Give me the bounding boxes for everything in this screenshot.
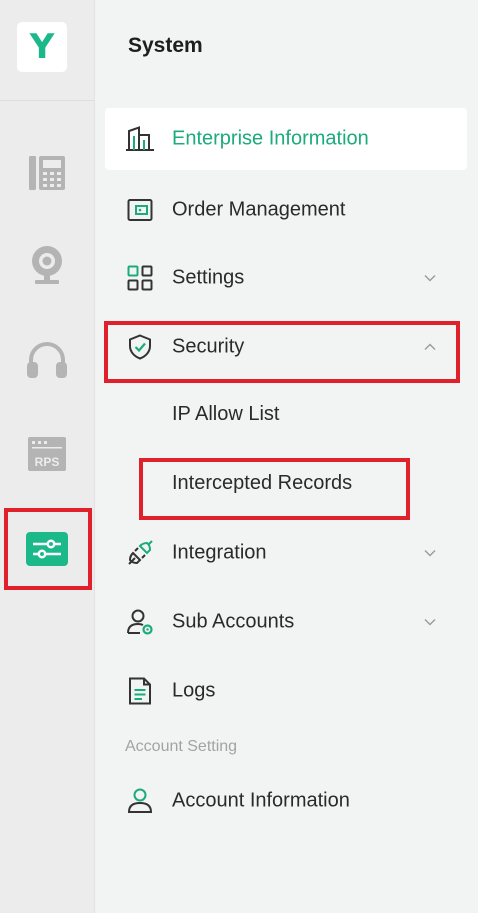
headset-icon[interactable] [0, 330, 94, 390]
user-icon [125, 786, 155, 816]
menu-item-enterprise-information[interactable]: Enterprise Information [105, 108, 467, 170]
grid-icon [125, 263, 155, 293]
building-icon [125, 124, 155, 154]
menu-item-sub-accounts[interactable]: Sub Accounts [105, 591, 467, 653]
menu-item-label: Order Management [172, 198, 346, 221]
system-settings-icon[interactable] [0, 519, 94, 579]
user-gear-icon [125, 607, 155, 637]
menu-item-label: Settings [172, 266, 245, 289]
menu-item-integration[interactable]: Integration [105, 522, 467, 584]
menu-item-logs[interactable]: Logs [105, 660, 467, 722]
shield-check-icon [125, 332, 155, 362]
menu-item-account-information[interactable]: Account Information [105, 770, 467, 832]
chevron-down-icon[interactable] [423, 615, 437, 629]
app-logo[interactable]: Y [17, 22, 67, 72]
section-label-account-setting: Account Setting [125, 738, 238, 755]
menu-item-label: Integration [172, 541, 267, 564]
menu-item-order-management[interactable]: Order Management [105, 179, 467, 241]
document-icon [125, 676, 155, 706]
wallet-icon [125, 195, 155, 225]
menu-item-label: Account Information [172, 789, 350, 812]
rps-icon[interactable]: RPS [0, 424, 94, 484]
plug-icon [125, 538, 155, 568]
submenu-item-ip-allow-list[interactable]: IP Allow List [172, 394, 279, 434]
panel-title: System [128, 34, 203, 57]
chevron-up-icon[interactable] [423, 340, 437, 354]
icon-rail: Y RPS [0, 0, 95, 913]
chevron-down-icon[interactable] [423, 546, 437, 560]
rail-divider [0, 100, 94, 101]
rps-icon-label: RPS [35, 455, 60, 469]
menu-item-label: Security [172, 335, 245, 358]
menu-item-label: Logs [172, 679, 216, 702]
submenu-item-intercepted-records[interactable]: Intercepted Records [172, 463, 352, 503]
phone-icon[interactable] [0, 143, 94, 203]
menu-item-label: Sub Accounts [172, 610, 295, 633]
menu-item-security[interactable]: Security [105, 316, 467, 378]
chevron-down-icon[interactable] [423, 271, 437, 285]
menu-item-label: Enterprise Information [172, 127, 369, 150]
webcam-icon[interactable] [0, 235, 94, 295]
system-menu-panel: System Enterprise Information Order Mana… [95, 0, 478, 913]
menu-item-settings[interactable]: Settings [105, 247, 467, 309]
